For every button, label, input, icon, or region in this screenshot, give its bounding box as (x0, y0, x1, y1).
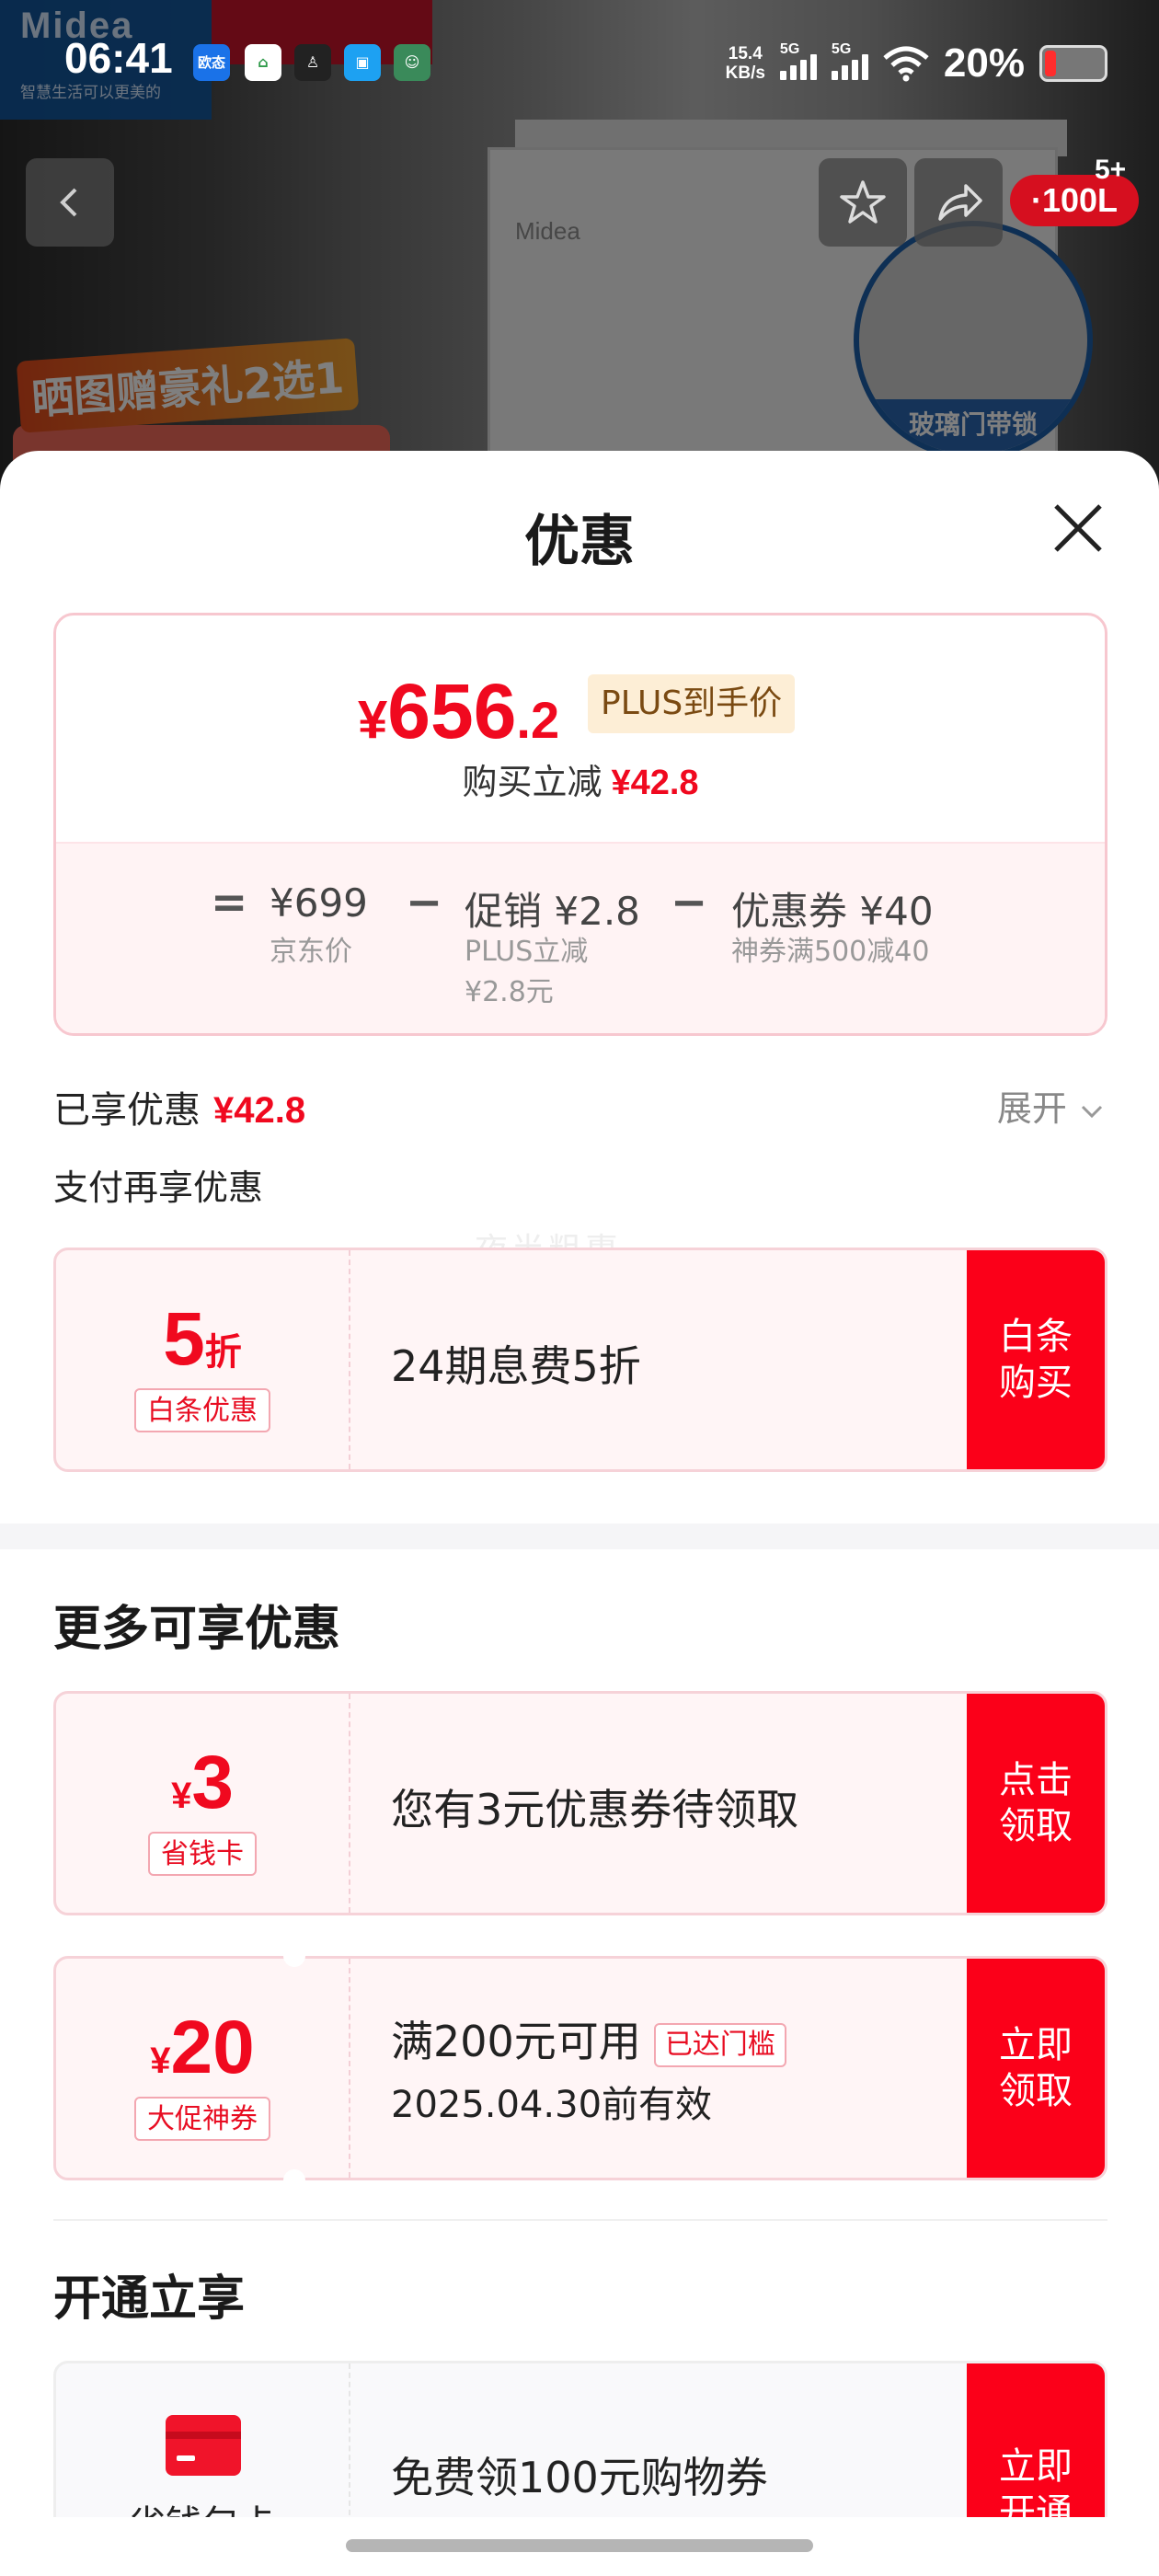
coupon-value: ¥20 (56, 2005, 349, 2091)
promo-label: 促销 (465, 889, 543, 934)
coupon-expire: 2025.04.30前有效 (391, 2084, 713, 2126)
jd-price-label: 京东价 (270, 936, 352, 968)
jd-price-amount: ¥699 (270, 880, 368, 926)
enjoyed-label: 已享优惠 (53, 1089, 201, 1132)
status-right: 15.4 KB/s 5G 5G 20% (726, 40, 1107, 86)
value-unit: 折 (204, 1332, 242, 1373)
coupon-value: ¥3 (56, 1740, 349, 1826)
close-icon[interactable] (1049, 499, 1107, 558)
back-button[interactable] (26, 158, 114, 247)
final-price-area: ¥656.2 PLUS到手价 购买立减 ¥42.8 (56, 615, 1105, 842)
price-breakdown: = ¥699 京东价 − 促销 ¥2.8 PLUS立减 ¥2.8元 − 优惠券 … (56, 842, 1105, 1033)
value-symbol: ¥ (150, 2041, 171, 2081)
claim-now-button[interactable]: 立即领取 (967, 1959, 1105, 2178)
status-bar: 06:41 欧态 ⌂ ♙ ▣ ☺ 15.4 KB/s 5G 5G 20% (0, 0, 1159, 129)
value-symbol: ¥ (171, 1776, 192, 1816)
pay-discount-title: 支付再享优惠 (53, 1167, 264, 1208)
baitiao-card: 5折 白条优惠 24期息费5折 白条购买 (53, 1248, 1107, 1472)
price-decimal: .2 (516, 691, 560, 749)
promo-sub: PLUS立减 ¥2.8元 (465, 932, 588, 1013)
plus-price-tag: PLUS到手价 (588, 674, 796, 733)
final-price: ¥656.2 (358, 667, 559, 756)
jd-price: ¥699 (270, 880, 368, 926)
promo-sub-line-2: ¥2.8元 (465, 976, 554, 1008)
home-indicator[interactable] (346, 2539, 813, 2552)
promo-sub-line-1: PLUS立减 (465, 936, 589, 968)
app-avatar-icon: ☺ (394, 44, 430, 81)
star-icon (840, 180, 886, 224)
status-time: 06:41 (64, 34, 173, 82)
divider-line (53, 2219, 1107, 2221)
enjoyed-amount: ¥42.8 (213, 1090, 306, 1131)
net-speed-value: 15.4 (728, 44, 763, 63)
signal-icon: 5G (779, 41, 817, 80)
app-icon-1: 欧态 (193, 44, 230, 81)
app-window-icon: ▣ (344, 44, 381, 81)
chevron-left-icon (60, 188, 77, 217)
coupon-value-col: ¥20 大促神券 (56, 1959, 350, 2178)
card-icon (166, 2415, 241, 2476)
app-home-icon: ⌂ (245, 44, 281, 81)
discount-sheet: 优惠 ¥656.2 PLUS到手价 购买立减 ¥42.8 = ¥699 京东价 −… (0, 451, 1159, 2576)
coupon-tag: 省钱卡 (148, 1832, 257, 1876)
chevron-down-icon (1081, 1105, 1103, 1118)
coupon-value: 5折 (56, 1296, 349, 1383)
claim-coupon-button[interactable]: 点击领取 (967, 1694, 1105, 1913)
share-button[interactable] (914, 158, 1003, 247)
expand-label: 展开 (996, 1088, 1067, 1129)
coupon-tag: 白条优惠 (134, 1388, 270, 1432)
share-icon (938, 184, 982, 221)
value-big: 5 (163, 1297, 205, 1381)
promo-amount: ¥2.8 (554, 889, 640, 934)
coupon-card-20: ¥20 大促神券 满200元可用 已达门槛 2025.04.30前有效 立即领取 (53, 1956, 1107, 2180)
battery-icon (1039, 45, 1107, 82)
coupon-desc: 24期息费5折 (391, 1341, 641, 1391)
value-big: 3 (191, 1741, 234, 1824)
signal-5g-label: 5G (831, 41, 852, 57)
threshold-reached-tag: 已达门槛 (653, 2022, 786, 2067)
signal-5g-label: 5G (779, 41, 800, 57)
minus-sign: − (671, 877, 708, 928)
coupon-condition: 满200元可用 已达门槛 (391, 2008, 786, 2069)
coupon-sub: 神券满500减40 (731, 936, 930, 968)
baitiao-buy-button[interactable]: 白条购买 (967, 1250, 1105, 1469)
reduce-amount: ¥42.8 (611, 764, 699, 802)
equals-sign: = (211, 877, 248, 928)
net-speed-unit: KB/s (725, 63, 765, 83)
coupon-notch (283, 1945, 305, 1967)
more-discounts-title: 更多可享优惠 (53, 1602, 341, 1657)
open-enjoy-title: 开通立享 (53, 2271, 246, 2327)
coupon-amount: ¥40 (859, 889, 934, 934)
coupon-value-col: 5折 白条优惠 (56, 1250, 350, 1469)
coupon-desc: 满200元可用 (391, 2017, 641, 2066)
reduce-label: 购买立减 (462, 762, 602, 802)
price-symbol: ¥ (358, 690, 388, 750)
app-user-icon: ♙ (294, 44, 331, 81)
coupon-card-3: ¥3 省钱卡 您有3元优惠券待领取 点击领取 (53, 1691, 1107, 1915)
price-integer: 656 (387, 668, 517, 754)
section-divider (0, 1524, 1159, 1549)
sheet-title: 优惠 (524, 510, 635, 574)
card-desc: 免费领100元购物券 (391, 2453, 768, 2502)
coupon-label: 优惠券 (731, 889, 848, 934)
value-big: 20 (170, 2006, 255, 2089)
coupon-desc: 您有3元优惠券待领取 (391, 1785, 799, 1834)
coupon-line: 优惠券 ¥40 (731, 880, 934, 937)
net-speed: 15.4 KB/s (726, 44, 765, 83)
minus-sign: − (406, 877, 443, 928)
promo-line: 促销 ¥2.8 (465, 880, 640, 937)
signal-icon: 5G (831, 41, 868, 80)
favorite-button[interactable] (819, 158, 907, 247)
coupon-notch (283, 2169, 305, 2191)
price-summary-card: ¥656.2 PLUS到手价 购买立减 ¥42.8 = ¥699 京东价 − 促销… (53, 613, 1107, 1036)
cart-count: 5+ (1095, 155, 1127, 185)
coupon-value-col: ¥3 省钱卡 (56, 1694, 350, 1913)
enjoyed-discount: 已享优惠 ¥42.8 (53, 1080, 305, 1133)
battery-percent: 20% (943, 40, 1025, 86)
reduce-line: 购买立减 ¥42.8 (56, 753, 1105, 804)
wifi-icon (883, 46, 929, 82)
coupon-tag: 大促神券 (134, 2097, 270, 2141)
expand-button[interactable]: 展开 (997, 1080, 1106, 1131)
